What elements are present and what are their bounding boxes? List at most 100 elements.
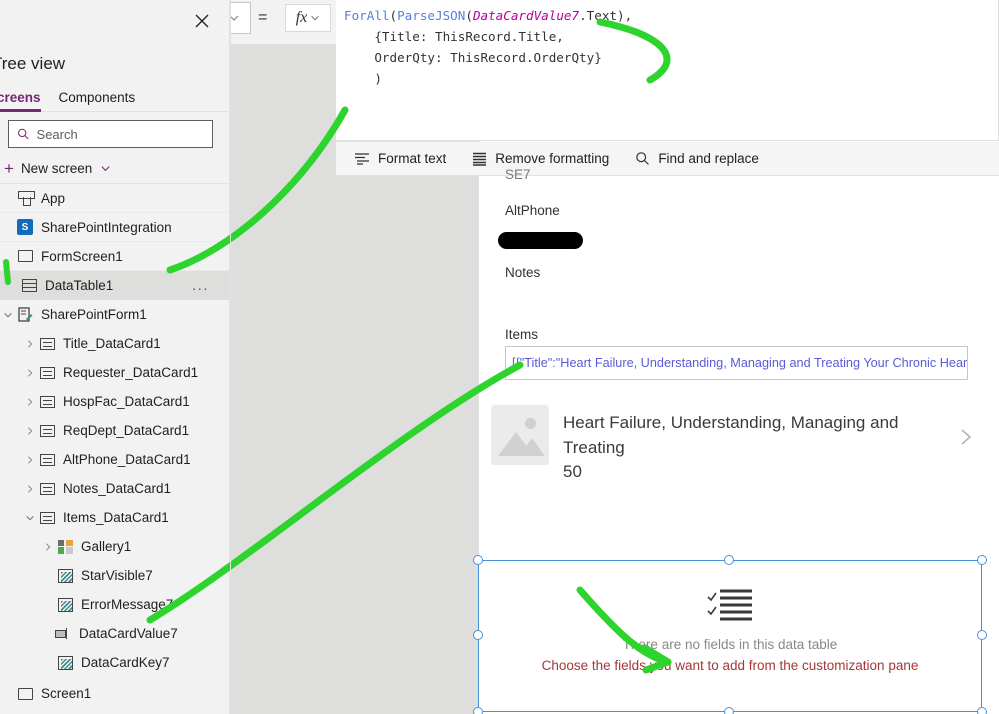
resize-handle-top-left[interactable] [473,555,483,565]
sidebar-item-hospfac-datacard1[interactable]: HospFac_DataCard1 [0,387,229,416]
sidebar-item-label: Notes_DataCard1 [63,481,172,496]
sidebar-item-label: SharePointIntegration [41,219,172,235]
datacard-icon [38,480,56,498]
chevron-right-icon[interactable] [22,426,38,436]
label-icon [56,567,74,585]
close-icon[interactable] [191,10,213,32]
plus-icon: + [4,158,14,178]
field-label-notes: Notes [505,265,541,280]
datacard-icon [38,335,56,353]
formula-format-toolbar: Format text Remove formatting Find and r… [336,142,999,176]
sidebar-item-label: Items_DataCard1 [63,510,169,525]
search-icon [636,152,650,165]
sidebar-item-label: App [41,190,66,206]
page-title: Tree view [0,54,66,73]
gallery-item[interactable]: Heart Failure, Understanding, Managing a… [491,405,981,481]
items-text-value: [{"Title":"Heart Failure, Understanding,… [512,356,968,370]
chevron-right-icon[interactable] [22,339,38,349]
chevron-right-icon[interactable] [40,542,56,552]
sidebar-item-label: DataCardKey7 [81,655,170,670]
sidebar-item-datacardkey7[interactable]: DataCardKey7 [0,648,229,677]
new-screen-button[interactable]: + New screen [0,154,229,184]
sidebar-item-title-datacard1[interactable]: Title_DataCard1 [0,329,229,358]
resize-handle-middle-right[interactable] [977,630,987,640]
chevron-down-icon[interactable] [0,310,16,320]
fx-button[interactable]: fx [285,4,331,32]
sidebar-item-datatable1[interactable]: DataTable1 ... [0,271,229,300]
search-container [0,112,229,154]
chevron-right-icon[interactable] [959,427,973,447]
app-icon [16,189,35,207]
formula-token: DataCardValue7 [472,8,580,23]
sidebar-item-errormessage7[interactable]: ErrorMessage7 [0,590,229,619]
chevron-right-icon[interactable] [22,455,38,465]
format-text-button[interactable]: Format text [354,151,446,166]
sidebar-item-items-datacard1[interactable]: Items_DataCard1 [0,503,229,532]
image-placeholder-icon [491,405,549,465]
chevron-down-icon[interactable] [22,513,38,523]
chevron-right-icon[interactable] [22,397,38,407]
chevron-down-icon [311,15,319,21]
remove-formatting-button[interactable]: Remove formatting [472,151,609,166]
text-input-icon [54,625,72,643]
sidebar-item-label: ErrorMessage7 [81,597,174,612]
chevron-right-icon[interactable] [22,484,38,494]
datacard-icon [38,451,56,469]
resize-handle-bottom-left[interactable] [473,707,483,714]
formula-line: OrderQty: ThisRecord.OrderQty} [344,49,602,65]
search-box[interactable] [8,120,213,148]
sidebar-item-notes-datacard1[interactable]: Notes_DataCard1 [0,474,229,503]
formula-line: {Title: ThisRecord.Title, [344,28,564,44]
datatable-empty-action-link[interactable]: Choose the fields you want to add from t… [542,658,919,673]
sidebar-item-gallery1[interactable]: Gallery1 [0,532,229,561]
sidebar-item-formscreen1[interactable]: FormScreen1 [0,242,229,271]
fx-label: fx [295,9,308,26]
find-and-replace-label: Find and replace [658,151,759,166]
search-input[interactable] [36,126,204,142]
sidebar-item-starvisible7[interactable]: StarVisible7 [0,561,229,590]
remove-formatting-icon [473,152,487,166]
formula-code[interactable]: ForAll(ParseJSON(DataCardValue7.Text), {… [344,6,988,90]
tree-view-tabs: Screens Components [0,84,229,112]
gallery-item-subtitle: 50 [563,462,582,482]
datatable-empty-message: There are no fields in this data table [622,637,838,652]
gallery-icon [56,538,74,556]
sidebar-item-label: Requester_DataCard1 [63,365,199,380]
resize-handle-middle-left[interactable] [473,630,483,640]
field-label-items: Items [505,327,539,342]
find-and-replace-button[interactable]: Find and replace [635,151,759,166]
resize-handle-top-center[interactable] [724,555,734,565]
sidebar-item-app[interactable]: App [0,184,229,213]
format-text-label: Format text [378,151,447,166]
chevron-right-icon[interactable] [22,368,38,378]
sidebar-item-altphone-datacard1[interactable]: AltPhone_DataCard1 [0,445,229,474]
formula-token: ( [389,8,398,23]
datatable-empty-state: There are no fields in this data table C… [479,589,981,673]
sidebar-item-screen1[interactable]: Screen1 [0,679,229,708]
tab-components[interactable]: Components [59,90,136,111]
sidebar-item-label: SharePointForm1 [41,307,147,322]
resize-handle-bottom-right[interactable] [977,707,987,714]
datatable-control[interactable]: There are no fields in this data table C… [473,555,987,714]
sidebar-item-sharepointform1[interactable]: SharePointForm1 [0,300,229,329]
formula-bar[interactable]: ForAll(ParseJSON(DataCardValue7.Text), {… [336,0,999,141]
sidebar-item-sharepointintegration[interactable]: S SharePointIntegration [0,213,229,242]
sidebar-item-label: ReqDept_DataCard1 [63,423,190,438]
panel-divider [230,0,231,714]
gallery-item-title: Heart Failure, Understanding, Managing a… [563,413,899,457]
resize-handle-bottom-center[interactable] [724,707,734,714]
field-label-altphone: AltPhone [505,203,560,218]
tab-screens[interactable]: Screens [0,90,41,112]
sidebar-item-reqdept-datacard1[interactable]: ReqDept_DataCard1 [0,416,229,445]
datatable-icon [20,277,38,295]
sharepoint-icon: S [16,218,34,236]
sidebar-item-label: Title_DataCard1 [63,336,161,351]
datacard-icon [38,509,56,527]
chevron-down-icon[interactable] [100,163,111,174]
form-icon [16,306,34,324]
items-text-input[interactable]: [{"Title":"Heart Failure, Understanding,… [505,346,968,380]
resize-handle-top-right[interactable] [977,555,987,565]
item-overflow-menu[interactable]: ... [192,278,209,293]
sidebar-item-requester-datacard1[interactable]: Requester_DataCard1 [0,358,229,387]
sidebar-item-datacardvalue7[interactable]: DataCardValue7 [0,619,229,648]
